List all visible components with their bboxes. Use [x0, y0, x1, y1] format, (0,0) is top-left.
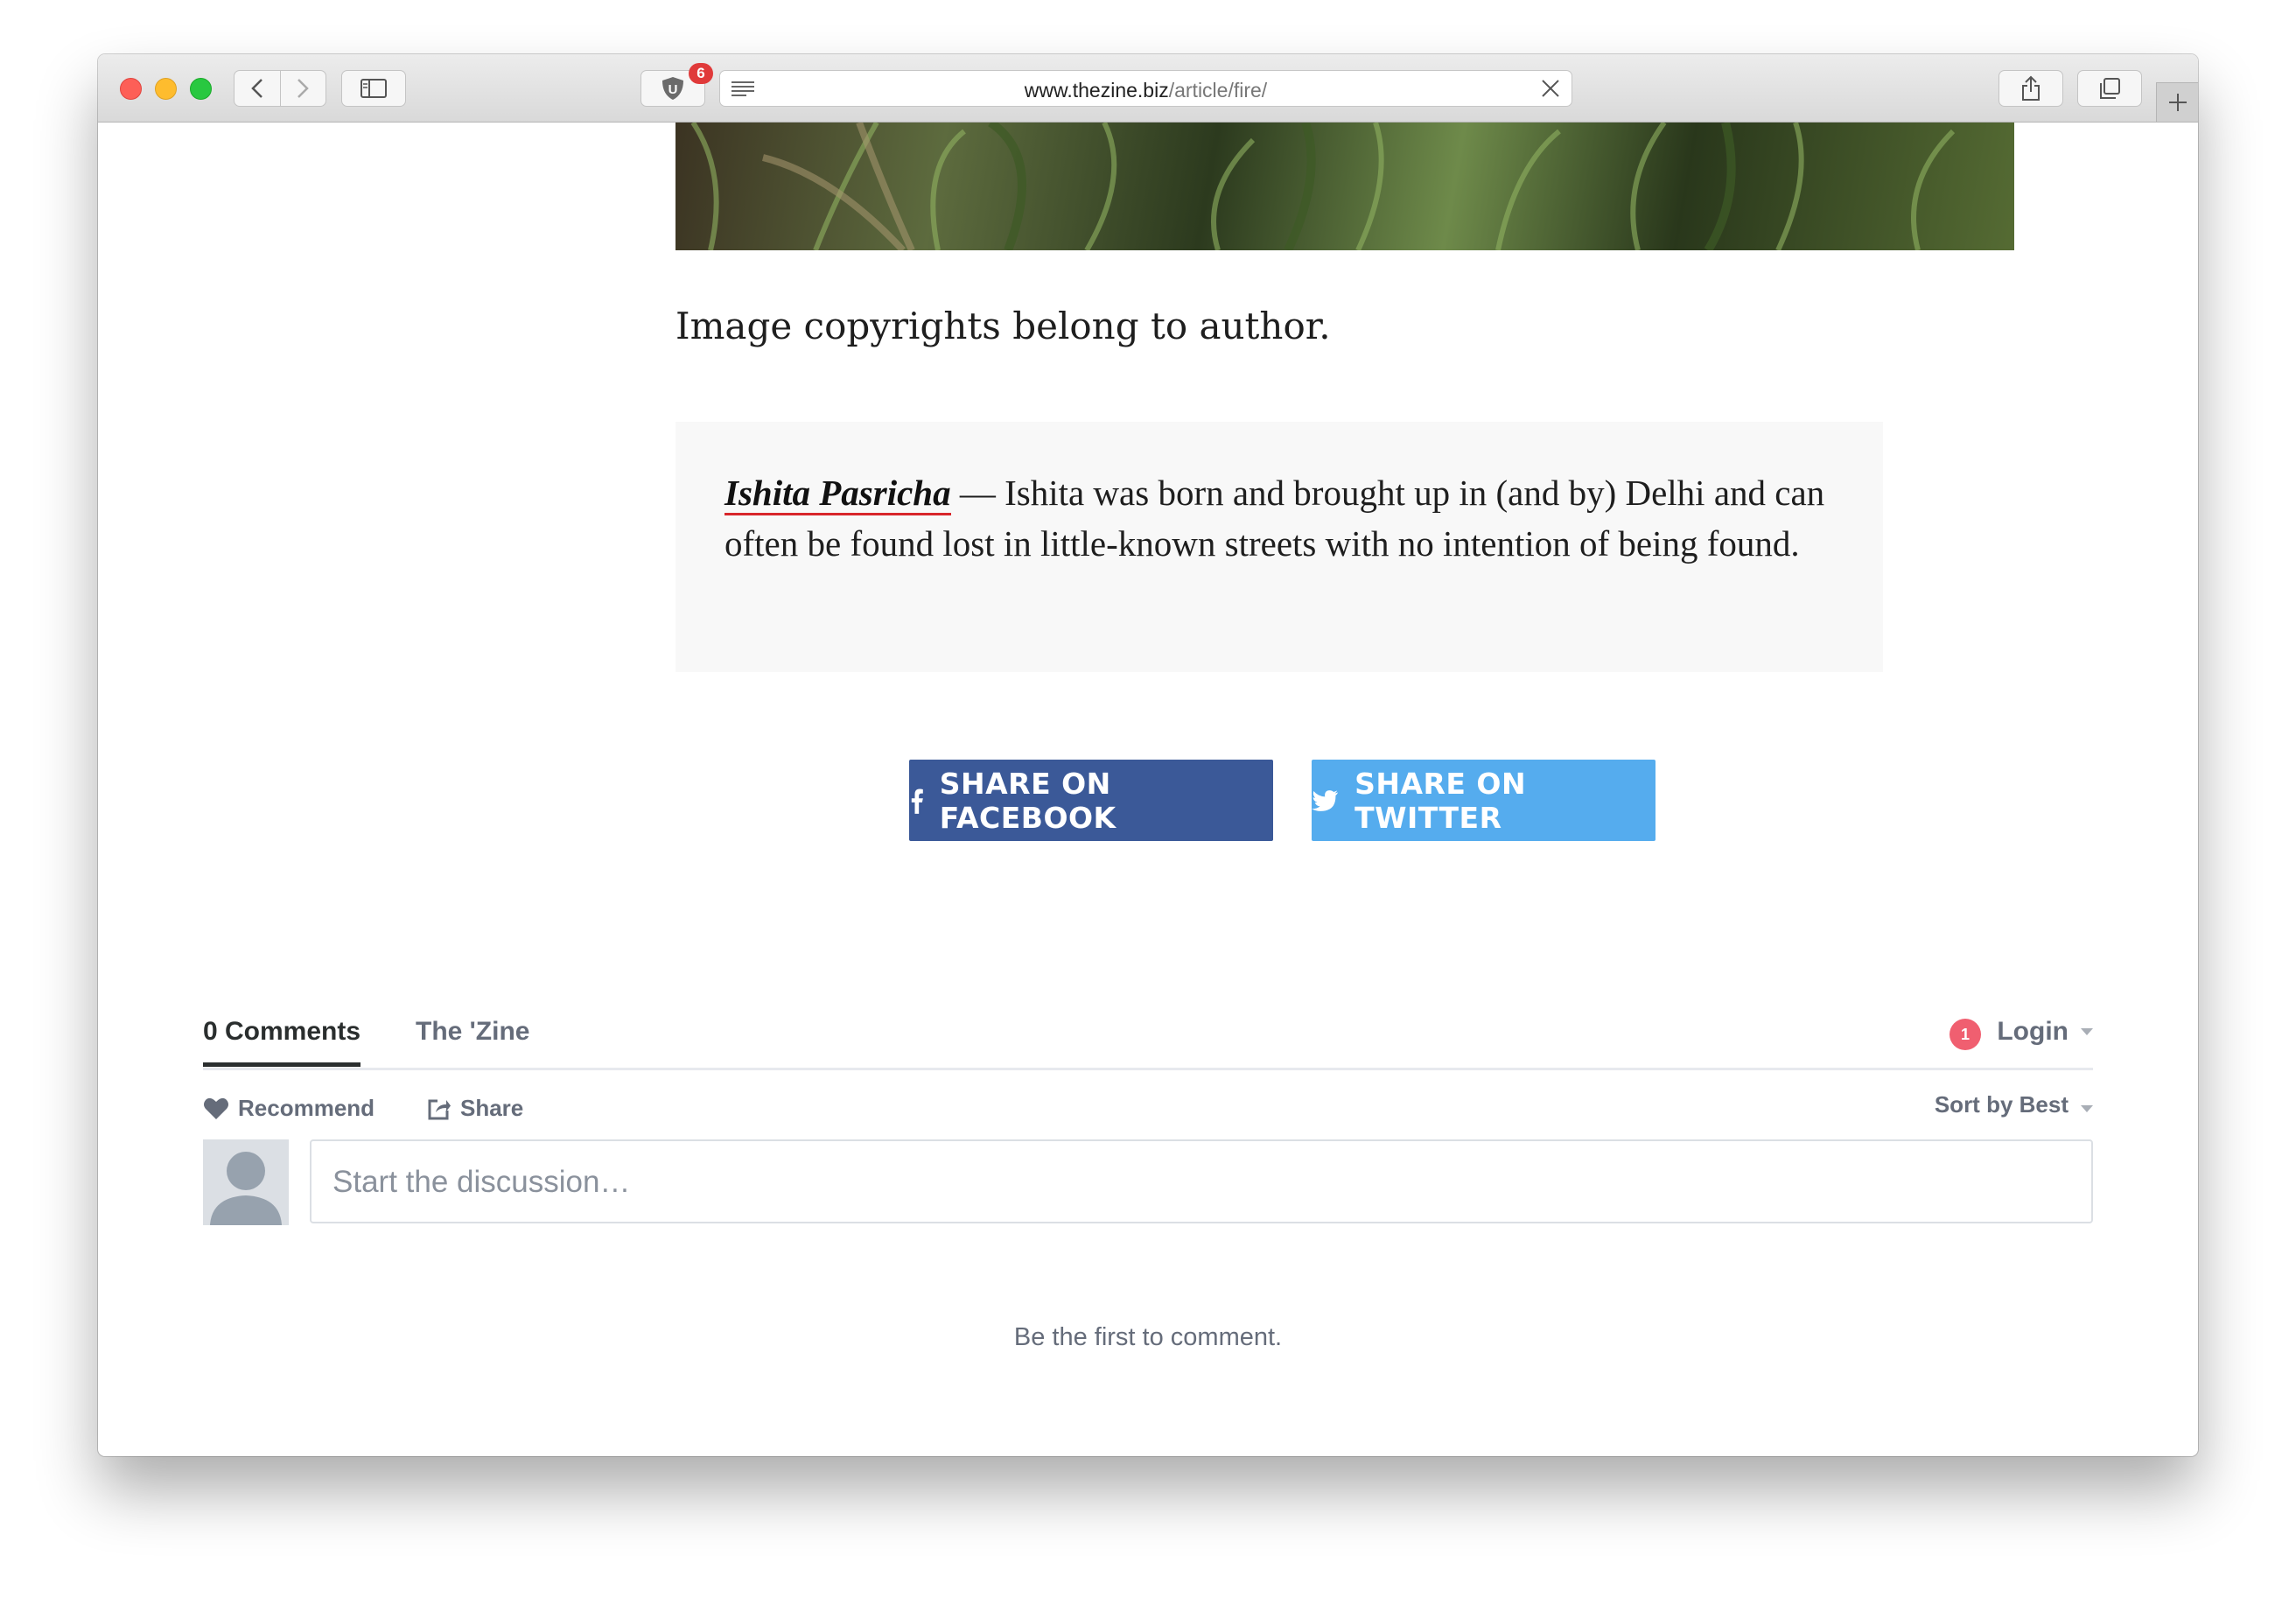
sort-dropdown[interactable]: Sort by Best [1935, 1091, 2068, 1118]
comments-actions: Recommend Share Sort by Best [203, 1070, 2093, 1140]
comments-tabs: 0 Comments The 'Zine 1 Login [203, 1008, 2093, 1070]
share-page-button[interactable] [1998, 70, 2063, 107]
twitter-bird-icon [1312, 789, 1339, 811]
foliage-image-texture [690, 123, 1956, 250]
article-image [676, 123, 2014, 250]
chevron-right-icon [298, 79, 310, 98]
extension-badge: 6 [689, 63, 713, 84]
tab-community[interactable]: The 'Zine [416, 1017, 529, 1047]
browser-window: U 6 www.thezine.biz/article/fire/ Image … [98, 54, 2198, 1456]
page-content: Image copyrights belong to author. Ishit… [98, 123, 2198, 1456]
recommend-label: Recommend [238, 1095, 375, 1121]
plus-icon [2168, 94, 2187, 111]
share-facebook-button[interactable]: SHARE ON FACEBOOK [909, 760, 1273, 841]
sidebar-icon [360, 79, 387, 98]
share-facebook-label: SHARE ON FACEBOOK [939, 766, 1116, 835]
sort-chevron-down-icon[interactable] [2081, 1105, 2093, 1113]
browser-toolbar: U 6 www.thezine.biz/article/fire/ [98, 54, 2198, 123]
recommend-button[interactable]: Recommend [203, 1095, 374, 1122]
stop-loading-icon[interactable] [1540, 78, 1561, 99]
chevron-down-icon[interactable] [2081, 1028, 2093, 1036]
heart-icon [204, 1097, 228, 1119]
show-tabs-button[interactable] [2077, 70, 2142, 107]
share-thread-button[interactable]: Share [427, 1095, 523, 1122]
minimize-window-button[interactable] [155, 78, 177, 100]
default-avatar-icon [210, 1152, 282, 1225]
comment-input[interactable] [331, 1141, 2076, 1223]
url-domain: www.thezine.biz [1024, 79, 1169, 102]
facebook-icon [911, 788, 923, 814]
back-button[interactable] [234, 71, 280, 106]
author-link[interactable]: Ishita Pasricha [724, 473, 951, 515]
comment-box[interactable] [310, 1139, 2093, 1223]
forward-button[interactable] [279, 71, 326, 106]
address-bar[interactable]: www.thezine.biz/article/fire/ [719, 70, 1572, 107]
navigation-buttons [234, 70, 326, 107]
share-thread-label: Share [460, 1095, 524, 1121]
author-bio-box: Ishita Pasricha — Ishita was born and br… [676, 422, 1883, 672]
svg-text:U: U [668, 82, 678, 97]
tab-comments[interactable]: 0 Comments [203, 1017, 361, 1067]
image-caption: Image copyrights belong to author. [676, 305, 1331, 347]
avatar [203, 1139, 289, 1225]
maximize-window-button[interactable] [190, 78, 212, 100]
share-twitter-button[interactable]: SHARE ON TWITTER [1312, 760, 1656, 841]
tabs-overview-icon [2100, 78, 2120, 99]
sidebar-toggle-button[interactable] [341, 70, 406, 107]
empty-comments-message: Be the first to comment. [1013, 1323, 1283, 1351]
comments-section: 0 Comments The 'Zine 1 Login Recommend S… [203, 1008, 2093, 1351]
close-window-button[interactable] [120, 78, 142, 100]
share-twitter-label: SHARE ON TWITTER [1354, 766, 1527, 835]
url-path: /article/fire/ [1168, 79, 1268, 102]
share-arrow-icon [428, 1099, 451, 1119]
author-bio: Ishita Pasricha — Ishita was born and br… [724, 467, 1844, 569]
url-text[interactable]: www.thezine.biz/article/fire/ [720, 79, 1572, 102]
login-button[interactable]: Login [1997, 1017, 2068, 1047]
chevron-left-icon [250, 79, 262, 98]
notification-badge[interactable]: 1 [1950, 1019, 1981, 1050]
new-tab-button[interactable] [2156, 82, 2198, 122]
share-icon [2022, 75, 2040, 101]
ublock-shield-icon: U [662, 77, 683, 100]
